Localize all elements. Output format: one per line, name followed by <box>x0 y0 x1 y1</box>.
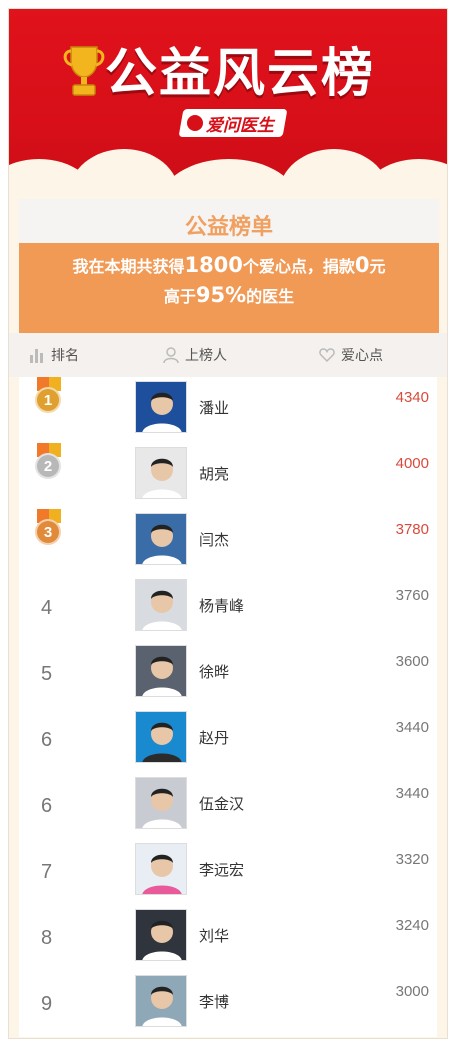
points-column-label: 爱心点 <box>341 348 383 364</box>
avatar[interactable] <box>135 645 187 697</box>
doctor-name[interactable]: 徐晔 <box>199 661 229 682</box>
rank-column-label: 排名 <box>51 348 79 364</box>
doctor-name[interactable]: 李远宏 <box>199 859 244 880</box>
avatar[interactable] <box>135 711 187 763</box>
avatar[interactable] <box>135 909 187 961</box>
love-points: 3760 <box>395 587 429 604</box>
summary-text: 的医生 <box>246 287 295 306</box>
rank-column: 排名 <box>29 345 79 365</box>
summary-text: 我在本期共获得 <box>72 257 185 276</box>
avatar[interactable] <box>135 777 187 829</box>
rank-number: 1 <box>35 387 61 413</box>
table-row[interactable]: 2 胡亮 4000 <box>19 443 437 509</box>
doctor-name[interactable]: 闫杰 <box>199 529 229 550</box>
summary-text: 元 <box>369 257 386 276</box>
donation-value: 0 <box>354 253 370 277</box>
page-title: 公益风云榜 <box>105 44 376 104</box>
bar-chart-icon <box>30 349 43 363</box>
avatar[interactable] <box>135 579 187 631</box>
summary-box: 我在本期共获得1800个爱心点，捐款0元 高于95%的医生 <box>19 243 439 333</box>
page-frame: 公益风云榜 爱问医生 公益榜单 我在本期共获得1800个爱心点，捐款0元 高于9… <box>8 8 448 1039</box>
table-row[interactable]: 9 李博 3000 <box>19 971 437 1037</box>
medal-silver-icon: 2 <box>33 443 65 487</box>
rank-number: 7 <box>41 861 53 883</box>
points-column: 爱心点 <box>319 345 383 365</box>
brand-name: 爱问医生 <box>206 115 274 136</box>
rank-number: 6 <box>41 795 53 817</box>
brand-mark-icon <box>187 115 203 131</box>
summary-line-1: 我在本期共获得1800个爱心点，捐款0元 <box>19 253 439 277</box>
doctor-name[interactable]: 刘华 <box>199 925 229 946</box>
table-row[interactable]: 6 赵丹 3440 <box>19 707 437 773</box>
medal-gold-icon: 1 <box>33 377 65 421</box>
trophy-icon <box>63 46 105 96</box>
table-row[interactable]: 3 闫杰 3780 <box>19 509 437 575</box>
heart-icon <box>319 348 335 363</box>
rank-number: 5 <box>41 663 53 685</box>
watermark: 爱问小程序 <box>382 1014 437 1027</box>
love-points: 3780 <box>395 521 429 538</box>
summary-text: 高于 <box>163 287 196 306</box>
medal-bronze-icon: 3 <box>33 509 65 553</box>
doctor-name[interactable]: 李博 <box>199 991 229 1012</box>
doctor-name[interactable]: 伍金汉 <box>199 793 244 814</box>
avatar[interactable] <box>135 975 187 1027</box>
avatar[interactable] <box>135 381 187 433</box>
person-column-label: 上榜人 <box>185 348 227 364</box>
rank-number: 4 <box>41 597 53 619</box>
love-points: 3240 <box>395 917 429 934</box>
avatar[interactable] <box>135 513 187 565</box>
doctor-name[interactable]: 胡亮 <box>199 463 229 484</box>
love-points: 3440 <box>395 719 429 736</box>
summary-card: 公益榜单 我在本期共获得1800个爱心点，捐款0元 高于95%的医生 <box>19 199 439 333</box>
header-banner: 公益风云榜 爱问医生 <box>9 9 447 209</box>
table-row[interactable]: 1 潘业 4340 <box>19 377 437 443</box>
love-points: 3440 <box>395 785 429 802</box>
user-icon <box>163 347 179 363</box>
rank-number: 6 <box>41 729 53 751</box>
avatar[interactable] <box>135 447 187 499</box>
love-points: 3600 <box>395 653 429 670</box>
ranking-list: 1 潘业 4340 2 胡亮 4000 3 闫杰 3780 4 杨青峰 3760 5 徐晔 3600 6 赵丹 3… <box>19 377 437 1037</box>
table-row[interactable]: 5 徐晔 3600 <box>19 641 437 707</box>
love-points: 4340 <box>395 389 429 406</box>
summary-text: 个爱心点，捐款 <box>242 257 355 276</box>
brand-logo: 爱问医生 <box>178 109 288 137</box>
percent-value: 95% <box>195 283 247 307</box>
love-points: 3320 <box>395 851 429 868</box>
love-points-value: 1800 <box>184 253 243 277</box>
rank-number: 9 <box>41 993 53 1015</box>
love-points: 3000 <box>395 983 429 1000</box>
avatar[interactable] <box>135 843 187 895</box>
doctor-name[interactable]: 杨青峰 <box>199 595 244 616</box>
person-column: 上榜人 <box>163 345 227 365</box>
table-row[interactable]: 7 李远宏 3320 <box>19 839 437 905</box>
table-row[interactable]: 8 刘华 3240 <box>19 905 437 971</box>
rank-number: 3 <box>35 519 61 545</box>
summary-line-2: 高于95%的医生 <box>19 283 439 307</box>
rank-number: 2 <box>35 453 61 479</box>
rank-number: 8 <box>41 927 53 949</box>
column-header: 排名 上榜人 爱心点 <box>9 333 447 377</box>
table-row[interactable]: 6 伍金汉 3440 <box>19 773 437 839</box>
doctor-name[interactable]: 赵丹 <box>199 727 229 748</box>
love-points: 4000 <box>395 455 429 472</box>
summary-title: 公益榜单 <box>184 215 273 240</box>
doctor-name[interactable]: 潘业 <box>199 397 229 418</box>
table-row[interactable]: 4 杨青峰 3760 <box>19 575 437 641</box>
